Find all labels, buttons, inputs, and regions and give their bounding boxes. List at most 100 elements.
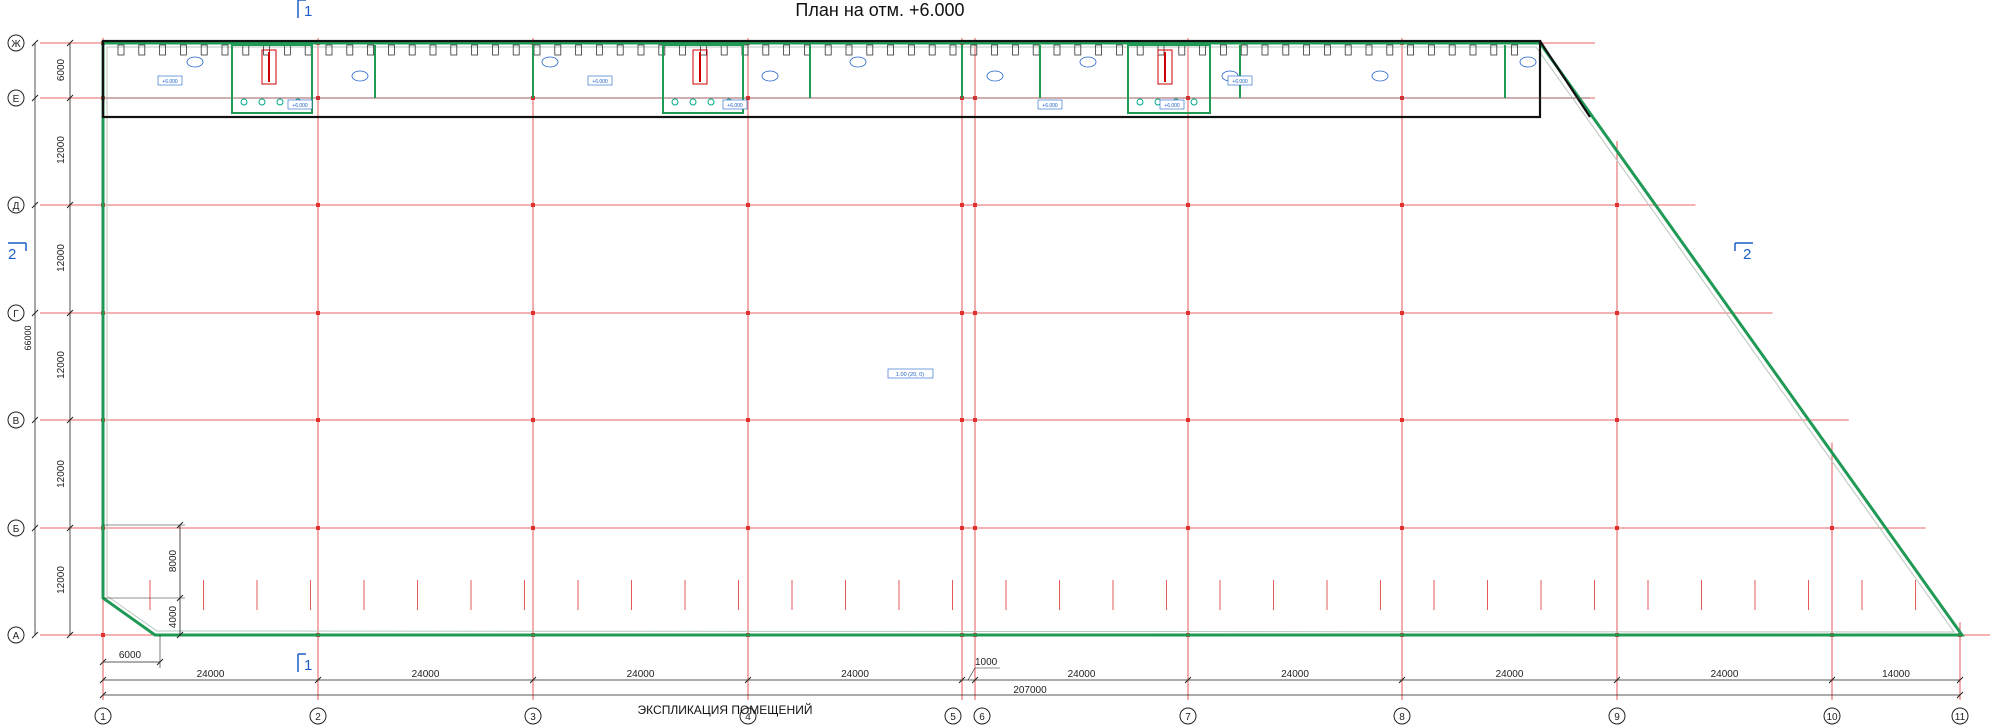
column-node — [1615, 526, 1619, 530]
section-mark-label: 1 — [304, 657, 312, 674]
room-number-marker — [1371, 70, 1389, 82]
level-tag: +6.000 — [287, 99, 313, 110]
wc-fixture — [276, 98, 284, 106]
building-walls — [101, 41, 1965, 637]
level-tag-text: +6.000 — [1232, 79, 1248, 85]
level-tag-text: +6.000 — [727, 103, 743, 109]
room-number-marker — [1079, 56, 1097, 68]
axis-label: Ж — [11, 39, 21, 50]
column-axis-marker: 11 — [1951, 707, 1969, 725]
section-mark-label: 1 — [304, 3, 312, 20]
column-node — [973, 203, 977, 207]
explication-caption: ЭКСПЛИКАЦИЯ ПОМЕЩЕНИЙ — [637, 703, 813, 717]
section-mark: 1 — [297, 653, 312, 674]
dim-label-vertical: 12000 — [56, 244, 67, 272]
wc-fixture — [240, 98, 248, 106]
column-node — [960, 203, 964, 207]
dim-label-horizontal: 24000 — [1281, 669, 1309, 680]
dim-label-corner: 8000 — [168, 549, 179, 572]
room-number-marker — [761, 70, 779, 82]
dim-label-horizontal: 24000 — [627, 669, 655, 680]
dim-leader — [967, 667, 976, 681]
column-node — [1400, 418, 1404, 422]
axis-label: 11 — [1955, 712, 1966, 723]
row-axis-marker: В — [7, 411, 25, 429]
column-node — [316, 311, 320, 315]
section-mark: 1 — [297, 0, 312, 20]
column-node — [1186, 418, 1190, 422]
column-axis-marker: 9 — [1608, 707, 1626, 725]
dim-label-horizontal: 24000 — [197, 669, 225, 680]
column-node — [1186, 526, 1190, 530]
dim-label-horizontal: 24000 — [1711, 669, 1739, 680]
wc-fixture — [1136, 98, 1144, 106]
section-mark-label: 2 — [8, 246, 16, 263]
section-mark-label: 2 — [1743, 246, 1751, 263]
section-mark: 2 — [8, 242, 27, 263]
axis-label: В — [13, 416, 20, 427]
level-tag-text: +6.000 — [292, 103, 308, 109]
dim-label-vertical: 12000 — [56, 136, 67, 164]
wc-fixture — [707, 98, 715, 106]
dim-label-small: 1000 — [975, 657, 998, 668]
level-tag: +6.000 — [1037, 99, 1063, 110]
grid-lines — [40, 38, 1990, 700]
dim-label-vertical: 6000 — [56, 58, 67, 81]
dim-label-vertical: 12000 — [56, 351, 67, 379]
room-number-marker — [351, 70, 369, 82]
axis-label: Б — [13, 524, 20, 535]
column-node — [1615, 418, 1619, 422]
row-axis-marker: Ж — [7, 34, 25, 52]
dim-label-horizontal: 24000 — [1068, 669, 1096, 680]
column-axis-marker: 10 — [1823, 707, 1841, 725]
floor-plan-drawing: +6.000 +6.000 +6.000 +6.000 +6.000 +6.000 +6.0… — [7, 0, 1990, 725]
axis-label: 1 — [100, 712, 106, 723]
section-mark: 2 — [1734, 242, 1753, 263]
axis-label: А — [13, 631, 20, 642]
wc-fixture — [689, 98, 697, 106]
level-tag: +6.000 — [722, 99, 748, 110]
level-tag: +6.000 — [1227, 75, 1253, 86]
column-node — [1186, 311, 1190, 315]
dimension-lines: 6000 12000 12000 12000 12000 12000 66000 8000 40… — [23, 39, 1964, 699]
level-tag-text: +6.000 — [162, 79, 178, 85]
section-marks: 1 1 2 2 — [8, 0, 1753, 674]
dim-label-bottom-corner: 6000 — [119, 650, 142, 661]
column-node — [746, 526, 750, 530]
column-node — [1400, 526, 1404, 530]
wc-fixture — [1190, 98, 1198, 106]
axis-label: 6 — [979, 712, 985, 723]
column-axis-marker: 2 — [309, 707, 327, 725]
column-node — [1615, 203, 1619, 207]
column-node — [531, 526, 535, 530]
wc-fixture — [671, 98, 679, 106]
dim-label-horizontal-total: 207000 — [1013, 685, 1047, 696]
column-node — [1615, 311, 1619, 315]
room-number-marker — [541, 56, 559, 68]
level-tag-text: +6.000 — [592, 79, 608, 85]
dim-label-corner: 4000 — [168, 605, 179, 628]
level-tag-text: +6.000 — [1042, 103, 1058, 109]
dim-label-horizontal: 24000 — [1496, 669, 1524, 680]
axis-label: Г — [13, 309, 19, 320]
room-number-marker — [986, 70, 1004, 82]
floor-area-tag: 1.00 (20, 0) — [887, 368, 934, 379]
axis-label: Д — [13, 201, 20, 212]
column-axis-marker: 8 — [1393, 707, 1411, 725]
row-axis-marker: А — [7, 626, 25, 644]
column-node — [746, 311, 750, 315]
column-axis-marker: 5 — [944, 707, 962, 725]
axis-markers: ЖЕДГВБА1 2 3 4 5 6 7 8 9 10 11 — [7, 34, 1969, 725]
room-number-marker — [186, 56, 204, 68]
dim-label-horizontal: 24000 — [412, 669, 440, 680]
room-number-marker — [849, 56, 867, 68]
axis-label: 3 — [530, 712, 536, 723]
column-node — [973, 311, 977, 315]
column-node — [531, 203, 535, 207]
column-node — [960, 418, 964, 422]
axis-label: 8 — [1399, 712, 1405, 723]
office-strip: +6.000 +6.000 +6.000 +6.000 +6.000 +6.000 +6.0… — [101, 39, 1591, 379]
level-tag: +6.000 — [1159, 99, 1185, 110]
dim-label-horizontal: 14000 — [1882, 669, 1910, 680]
column-node — [316, 203, 320, 207]
